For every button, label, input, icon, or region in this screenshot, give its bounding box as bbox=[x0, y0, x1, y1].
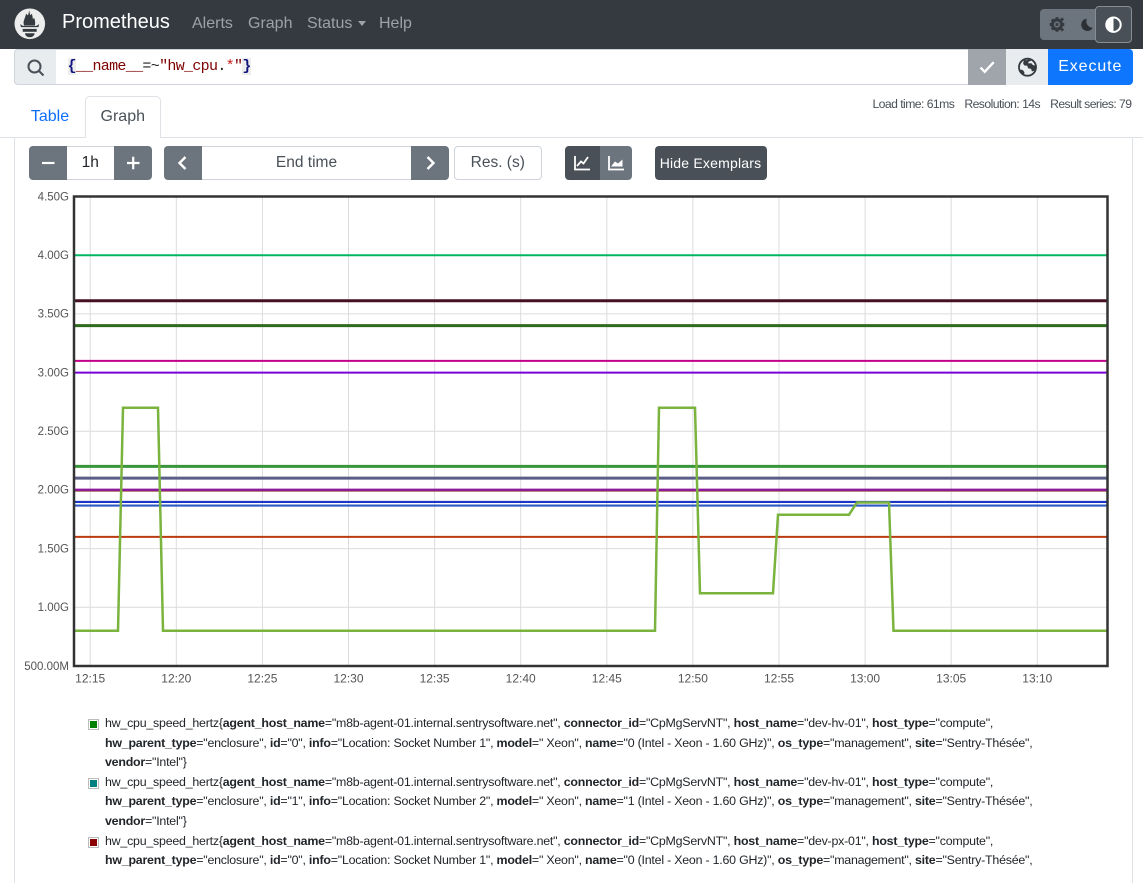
svg-text:2.00G: 2.00G bbox=[38, 485, 69, 497]
svg-text:1.50G: 1.50G bbox=[38, 543, 69, 555]
svg-text:12:15: 12:15 bbox=[75, 672, 105, 686]
svg-text:12:50: 12:50 bbox=[678, 672, 708, 686]
svg-text:13:00: 13:00 bbox=[850, 672, 880, 686]
svg-text:12:45: 12:45 bbox=[592, 672, 622, 686]
svg-text:1.00G: 1.00G bbox=[38, 602, 69, 614]
svg-text:12:20: 12:20 bbox=[161, 672, 191, 686]
svg-text:4.00G: 4.00G bbox=[38, 250, 69, 262]
svg-text:13:10: 13:10 bbox=[1022, 672, 1052, 686]
svg-text:12:35: 12:35 bbox=[420, 672, 450, 686]
svg-text:500.00M: 500.00M bbox=[24, 661, 69, 673]
svg-text:12:30: 12:30 bbox=[333, 672, 363, 686]
svg-text:12:25: 12:25 bbox=[247, 672, 277, 686]
svg-text:2.50G: 2.50G bbox=[38, 426, 69, 438]
svg-text:13:05: 13:05 bbox=[936, 672, 966, 686]
svg-text:12:40: 12:40 bbox=[506, 672, 536, 686]
svg-text:4.50G: 4.50G bbox=[38, 192, 69, 204]
svg-text:3.00G: 3.00G bbox=[38, 367, 69, 379]
svg-text:3.50G: 3.50G bbox=[38, 309, 69, 321]
svg-text:12:55: 12:55 bbox=[764, 672, 794, 686]
